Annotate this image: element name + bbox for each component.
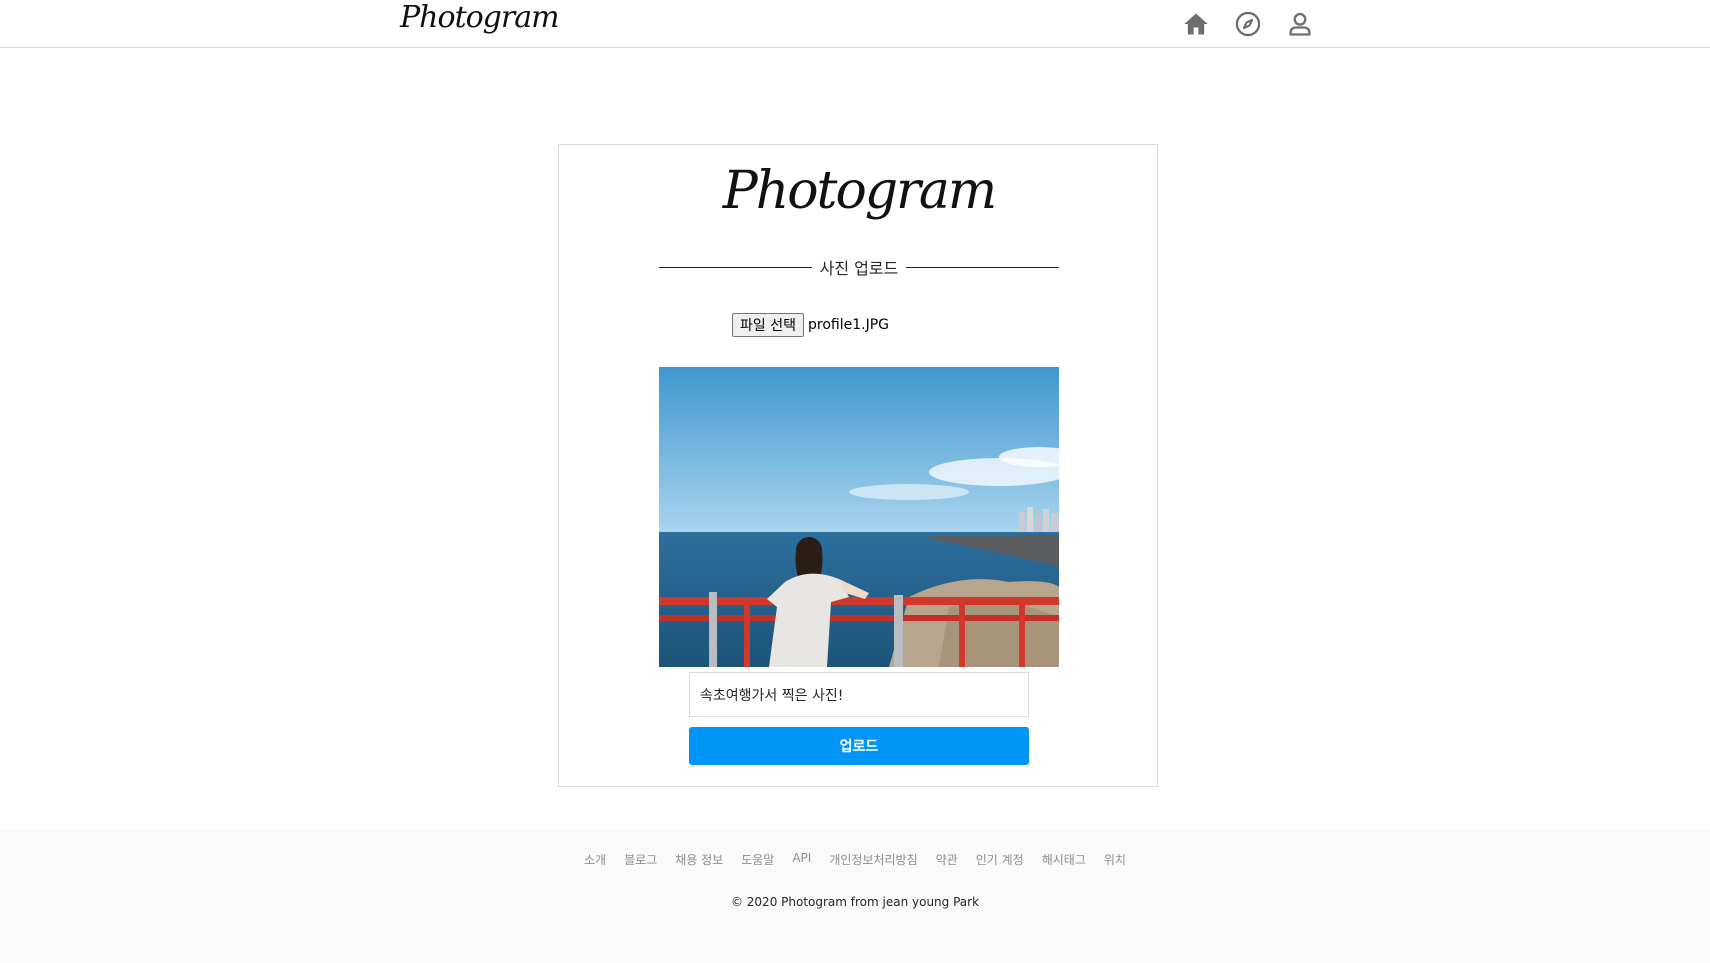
user-icon[interactable] xyxy=(1284,8,1316,40)
divider-line-left xyxy=(659,266,812,268)
file-picker: 파일 선택 profile1.JPG xyxy=(732,313,889,337)
choose-file-button[interactable]: 파일 선택 xyxy=(732,313,804,337)
home-icon[interactable] xyxy=(1180,8,1212,40)
selected-file-name: profile1.JPG xyxy=(807,317,889,333)
footer-link[interactable]: 약관 xyxy=(936,851,958,868)
footer: 소개 블로그 채용 정보 도움말 API 개인정보처리방침 약관 인기 계정 해… xyxy=(0,829,1710,963)
upload-card: Photogram 사진 업로드 파일 선택 profile1.JPG 속초여행… xyxy=(558,144,1158,787)
footer-link[interactable]: 소개 xyxy=(584,851,606,868)
compass-icon[interactable] xyxy=(1232,8,1264,40)
section-title: 사진 업로드 xyxy=(819,259,899,278)
top-navbar: Photogram xyxy=(0,0,1710,48)
footer-link[interactable]: API xyxy=(792,851,811,868)
divider-line-right xyxy=(906,266,1059,268)
footer-link[interactable]: 개인정보처리방침 xyxy=(829,851,917,868)
section-divider: 사진 업로드 xyxy=(659,257,1059,278)
footer-link[interactable]: 위치 xyxy=(1104,851,1126,868)
footer-link[interactable]: 인기 계정 xyxy=(976,851,1024,868)
footer-link[interactable]: 블로그 xyxy=(624,851,657,868)
image-preview xyxy=(659,367,1059,667)
header-logo[interactable]: Photogram xyxy=(400,0,560,35)
upload-button[interactable]: 업로드 xyxy=(689,727,1029,765)
footer-link[interactable]: 해시태그 xyxy=(1042,851,1086,868)
footer-link[interactable]: 도움말 xyxy=(741,851,774,868)
card-logo: Photogram xyxy=(722,161,997,221)
footer-link[interactable]: 채용 정보 xyxy=(675,851,723,868)
footer-links: 소개 블로그 채용 정보 도움말 API 개인정보처리방침 약관 인기 계정 해… xyxy=(0,851,1710,868)
header-nav xyxy=(1180,8,1316,40)
copyright-text: © 2020 Photogram from jean young Park xyxy=(730,895,980,909)
caption-input[interactable] xyxy=(689,672,1029,717)
